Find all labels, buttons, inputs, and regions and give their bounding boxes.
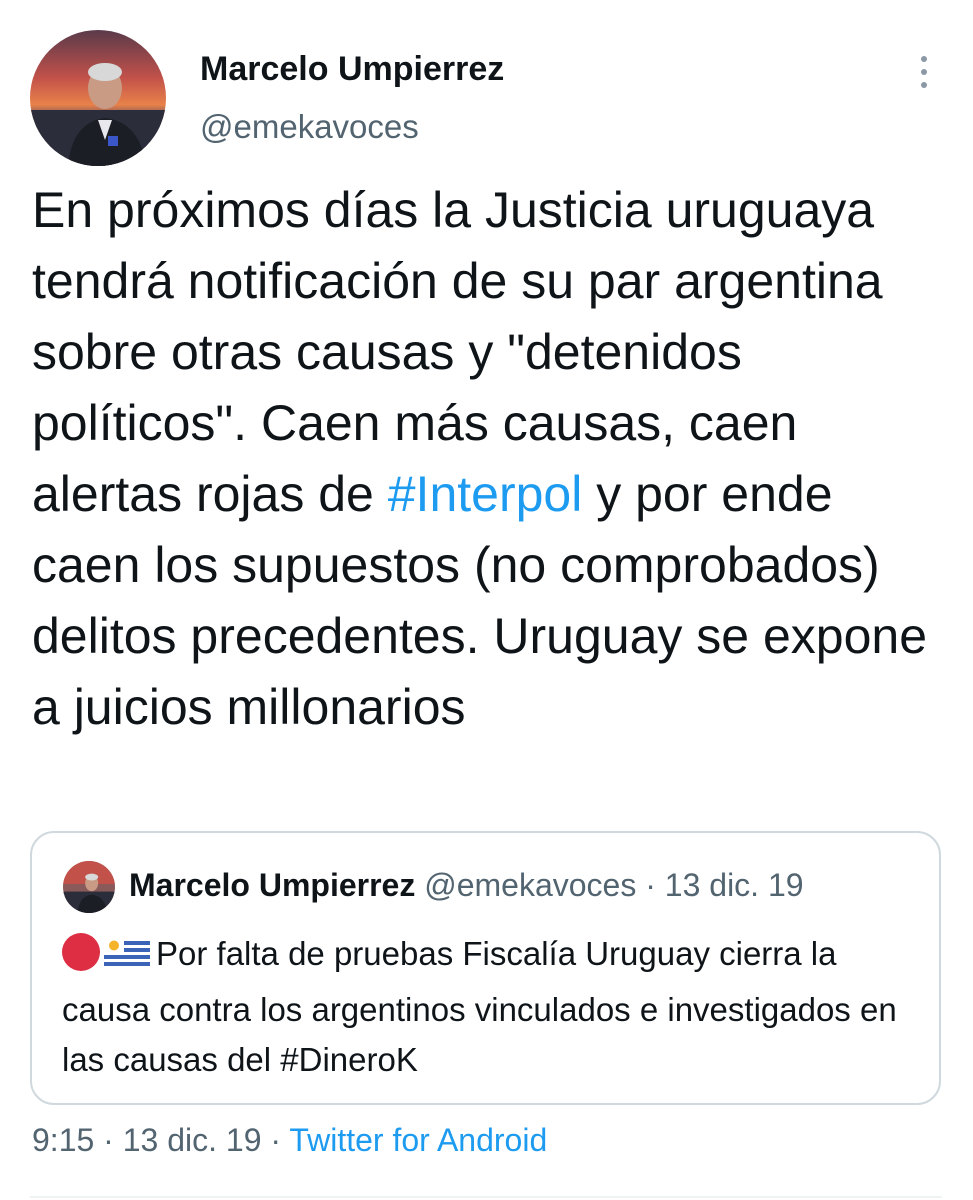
author-handle[interactable]: @emekavoces xyxy=(200,108,419,146)
quoted-tweet-card[interactable]: Marcelo Umpierrez @emekavoces · 13 dic. … xyxy=(30,831,941,1105)
red-circle-icon xyxy=(62,933,100,971)
quoted-tweet-text-block: Por falta de pruebas Fiscalía Uruguay ci… xyxy=(62,929,922,1085)
quoted-author-handle: @emekavoces xyxy=(424,867,637,903)
tweet-text: En próximos días la Justicia uruguaya te… xyxy=(32,175,947,743)
tweet: Marcelo Umpierrez @emekavoces En próximo… xyxy=(0,0,973,1200)
quoted-date: 13 dic. 19 xyxy=(664,867,804,903)
quoted-author-avatar xyxy=(63,861,115,913)
divider xyxy=(30,1196,942,1198)
hashtag-link[interactable]: #Interpol xyxy=(388,466,583,522)
author-avatar[interactable] xyxy=(30,30,166,166)
tweet-time[interactable]: 9:15 xyxy=(32,1122,94,1158)
quoted-author-name: Marcelo Umpierrez xyxy=(129,867,416,903)
quoted-separator: · xyxy=(645,867,656,903)
tweet-footer: 9:15 · 13 dic. 19 · Twitter for Android xyxy=(32,1122,547,1159)
tweet-date[interactable]: 13 dic. 19 xyxy=(123,1122,262,1158)
author-name[interactable]: Marcelo Umpierrez xyxy=(200,50,504,89)
tweet-source-link[interactable]: Twitter for Android xyxy=(289,1122,547,1158)
footer-separator-1: · xyxy=(103,1122,114,1158)
quoted-tweet-header: Marcelo Umpierrez @emekavoces · 13 dic. … xyxy=(129,867,804,904)
footer-separator-2: · xyxy=(270,1122,282,1158)
uruguay-flag-icon xyxy=(104,935,150,985)
quoted-tweet-text: Por falta de pruebas Fiscalía Uruguay ci… xyxy=(62,935,897,1078)
more-vertical-icon[interactable] xyxy=(906,48,942,96)
